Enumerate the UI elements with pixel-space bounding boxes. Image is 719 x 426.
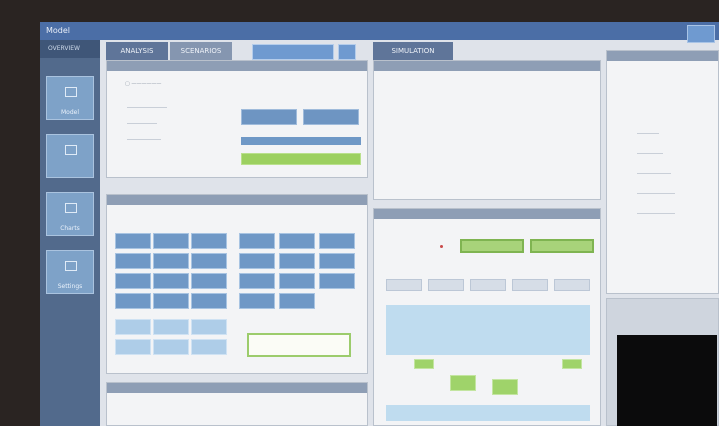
action-button-green-a[interactable] [460,239,524,253]
grid-button-light[interactable] [191,319,227,335]
screen: Model OVERVIEW Model Charts Settings ANA… [40,22,719,426]
grid-button[interactable] [191,233,227,249]
grid-button[interactable] [191,253,227,269]
nav-item-label: Settings [57,283,83,290]
option-button-a[interactable] [241,109,297,125]
left-nav-header: OVERVIEW [40,40,100,58]
left-nav-header-label: OVERVIEW [48,45,80,52]
text-input[interactable] [247,333,351,357]
title-bar: Model [40,22,719,40]
grid-button[interactable] [319,253,355,269]
diagram-node[interactable] [492,379,518,395]
status-dot [440,245,443,248]
divider [637,213,675,214]
diagram-area [386,305,590,355]
panel-mid-left [106,194,368,374]
window-corner-button[interactable] [687,25,715,43]
panel-mid-center [373,208,601,426]
divider [127,139,161,140]
diagram-node[interactable] [562,359,582,369]
grid-button[interactable] [279,293,315,309]
toolbar-primary-button[interactable] [252,44,334,60]
panel-right [606,50,719,294]
nav-item-label: Model [60,109,79,116]
segmented-button[interactable] [386,279,422,291]
grid-button[interactable] [153,253,189,269]
grid-button[interactable] [239,273,275,289]
diagram-footer [386,405,590,421]
tab-simulation[interactable]: SIMULATION [373,42,453,60]
nav-item-settings[interactable]: Settings [46,250,94,294]
tab-scenarios[interactable]: SCENARIOS [170,42,232,60]
grid-button[interactable] [279,253,315,269]
left-nav: OVERVIEW Model Charts Settings [40,40,100,426]
panel-header [374,209,600,219]
grid-button[interactable] [115,273,151,289]
segmented-button[interactable] [554,279,590,291]
monitor-icon [65,145,77,155]
divider [127,107,167,108]
sliders-icon [65,261,77,271]
grid-button[interactable] [279,233,315,249]
grid-button-light[interactable] [191,339,227,355]
diagram-node[interactable] [450,375,476,391]
option-button-b[interactable] [303,109,359,125]
panel-header [374,61,600,71]
segmented-button[interactable] [512,279,548,291]
grid-button[interactable] [115,233,151,249]
grid-button[interactable] [115,293,151,309]
grid-button-light[interactable] [153,339,189,355]
chart-icon [65,203,77,213]
nav-item-model[interactable]: Model [46,76,94,120]
tab-analysis[interactable]: ANALYSIS [106,42,168,60]
grid-button[interactable] [153,293,189,309]
grid-button[interactable] [239,293,275,309]
grid-button-light[interactable] [153,319,189,335]
grid-button[interactable] [279,273,315,289]
divider [127,123,157,124]
nav-item-monitor[interactable] [46,134,94,178]
grid-button[interactable] [153,233,189,249]
grid-icon [65,87,77,97]
segmented-button[interactable] [470,279,506,291]
checkbox-label[interactable]: ▢ —————— [125,81,161,87]
grid-button[interactable] [319,233,355,249]
panel-top-center [373,60,601,200]
grid-button[interactable] [153,273,189,289]
nav-item-label: Charts [60,225,80,232]
panel-header [107,61,367,71]
panel-header [107,383,367,393]
grid-button[interactable] [319,273,355,289]
panel-top-left: ▢ —————— [106,60,368,178]
divider [637,153,663,154]
divider [637,193,675,194]
segmented-button[interactable] [428,279,464,291]
grid-button[interactable] [239,233,275,249]
grid-button[interactable] [115,253,151,269]
video-feed [617,335,717,426]
divider [637,173,671,174]
panel-header [107,195,367,205]
window-title: Model [46,26,71,35]
nav-item-charts[interactable]: Charts [46,192,94,236]
panel-video [606,298,719,426]
grid-button[interactable] [191,293,227,309]
grid-button[interactable] [239,253,275,269]
grid-button[interactable] [191,273,227,289]
action-button-green-b[interactable] [530,239,594,253]
divider [637,133,659,134]
diagram-node[interactable] [414,359,434,369]
menu-icon[interactable] [338,44,356,60]
grid-button-light[interactable] [115,339,151,355]
panel-header [607,51,718,61]
status-bar [241,153,361,165]
panel-bottom-left [106,382,368,426]
grid-button-light[interactable] [115,319,151,335]
progress-bar [241,137,361,145]
